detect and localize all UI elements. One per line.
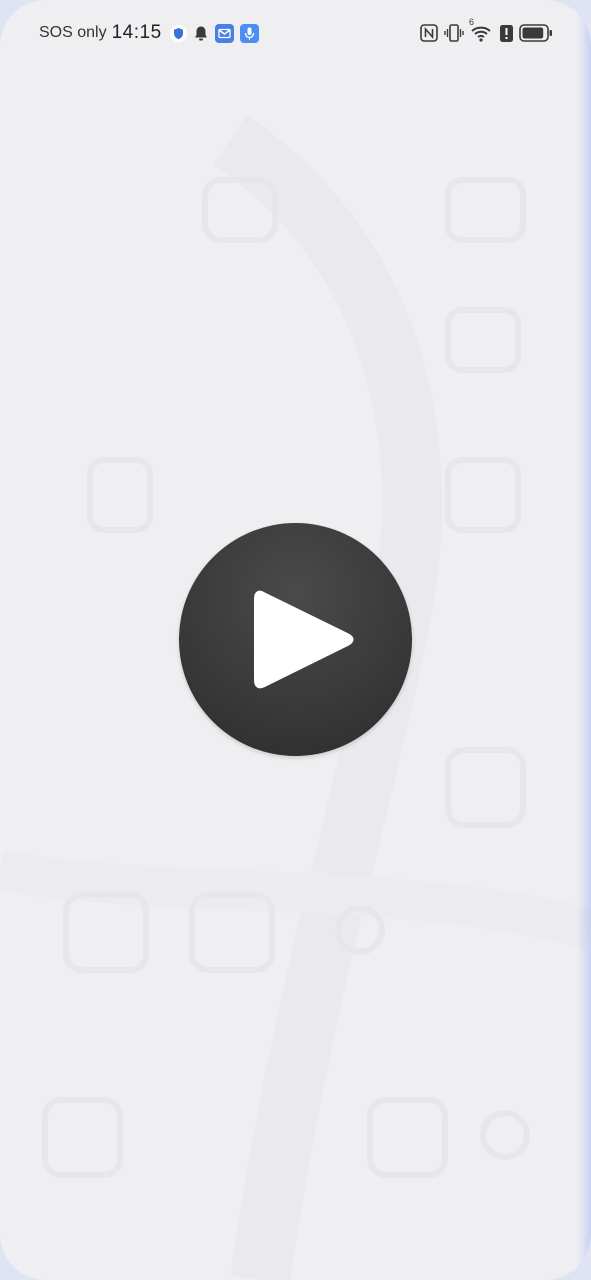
wifi-icon: 6: [469, 17, 494, 43]
alert-icon: [500, 24, 513, 42]
status-bar-right: 6: [414, 17, 553, 46]
mail-app-icon: [214, 23, 234, 43]
status-bar-left: SOS only 14:15: [39, 20, 265, 46]
mic-app-icon: [239, 23, 259, 43]
play-button[interactable]: [179, 523, 412, 756]
shield-icon: [169, 24, 187, 42]
phone-screen: SOS only 14:15 6: [0, 0, 591, 1280]
wifi-badge: 6: [469, 17, 475, 27]
bell-icon: [193, 25, 209, 42]
nfc-icon: [420, 24, 438, 42]
battery-icon: [519, 24, 553, 42]
status-clock: 14:15: [111, 22, 162, 43]
vibrate-icon: [444, 23, 464, 43]
status-bar: SOS only 14:15 6: [0, 0, 591, 66]
play-icon: [254, 590, 354, 689]
carrier-label: SOS only: [39, 24, 107, 41]
